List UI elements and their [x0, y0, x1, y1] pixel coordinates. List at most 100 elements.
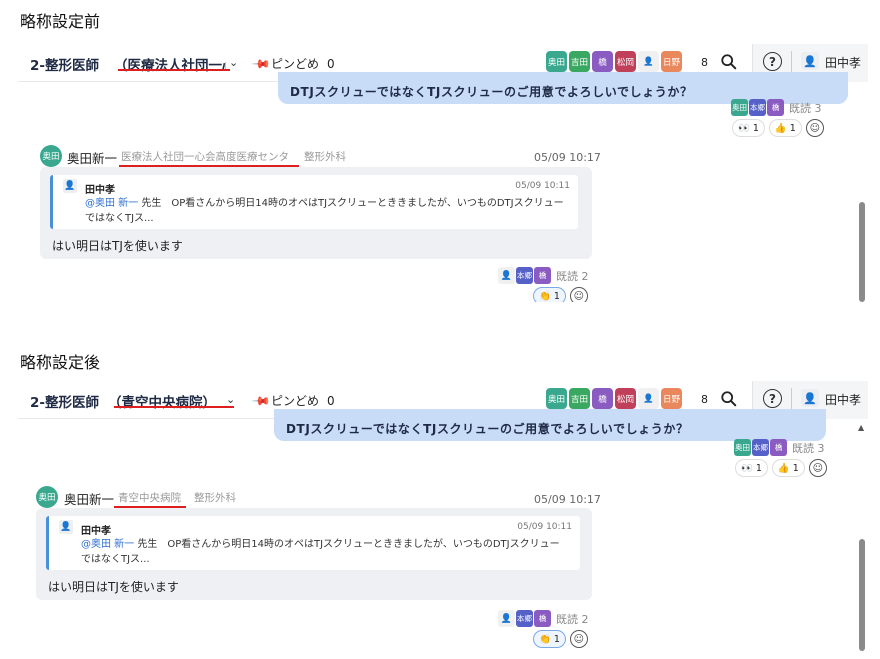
quote-sender: 田中孝 [85, 185, 115, 196]
chat-panel-after: 2-整形医師 （青空中央病院） ⌄ 📌ピンどめ 0 奥田 吉田橋松岡 👤 日野 8 ? … [18, 381, 868, 651]
scrollbar[interactable] [856, 82, 868, 302]
reader-avatar: 橋 [534, 610, 551, 627]
pin-count: 0 [326, 57, 335, 71]
room-org-name[interactable]: （青空中央病院） [108, 391, 232, 411]
quote-text: @奥田 新一 先生 OP看さんから明日14時のオペはTJスクリューとききましたが… [81, 537, 561, 567]
quote-avatar: 👤 [59, 520, 73, 534]
member-badge[interactable]: 奥田 [546, 388, 567, 409]
member-badge[interactable]: 吉田 [569, 51, 590, 72]
read-receipts[interactable]: 奥田 本郷橋既読 3 [731, 99, 822, 116]
help-icon[interactable]: ? [763, 52, 782, 71]
member-badge[interactable]: 日野 [661, 51, 682, 72]
sender-avatar[interactable]: 奥田 [36, 486, 58, 508]
quote-timestamp: 05/09 10:11 [517, 522, 572, 532]
member-badge[interactable]: 吉田 [569, 388, 590, 409]
scrollbar-thumb[interactable] [859, 202, 865, 302]
reader-avatar: 👤 [498, 610, 515, 627]
sender-name[interactable]: 奥田新一 [64, 489, 114, 508]
user-avatar[interactable]: 👤 [801, 389, 819, 407]
reaction-chip[interactable]: 👍 1 [771, 459, 805, 477]
member-badge[interactable]: 👤 [638, 388, 659, 409]
member-badge[interactable]: 日野 [661, 388, 682, 409]
reaction-count: 1 [553, 290, 560, 302]
quoted-message[interactable]: 👤 田中孝 05/09 10:11 @奥田 新一 先生 OP看さんから明日14時… [50, 175, 578, 229]
add-reaction-icon[interactable]: ☺ [808, 459, 827, 477]
reader-avatar: 本郷 [752, 439, 769, 456]
chevron-down-icon[interactable]: ⌄ [226, 393, 235, 406]
quote-body: 先生 OP看さんから明日14時のオペはTJスクリューとききましたが、いつものDT… [81, 539, 560, 565]
reactions: 👀 1 👍 1 ☺ [735, 459, 827, 477]
add-reaction-icon[interactable]: ☺ [569, 630, 588, 648]
sender-dept: 整形外科 [304, 151, 346, 163]
read-receipts[interactable]: 👤 本郷橋既読 2 [498, 267, 589, 284]
my-message-bubble[interactable]: DTJスクリューではなくTJスクリューのご用意でよろしいでしょうか？ [274, 409, 826, 441]
pin-button[interactable]: 📌ピンどめ 0 [251, 391, 335, 411]
user-avatar[interactable]: 👤 [801, 52, 819, 70]
scroll-up-arrow-icon[interactable]: ▲ [858, 423, 864, 432]
message-timestamp: 05/09 10:17 [534, 151, 601, 164]
member-badge[interactable]: 橋 [592, 51, 613, 72]
pin-icon: 📌 [251, 53, 272, 75]
scrollbar-thumb[interactable] [859, 539, 865, 651]
sender-org: 医療法人社団一心会高度医療センタ [121, 151, 289, 163]
scrollbar[interactable]: ▲ [856, 419, 868, 651]
highlight-underline [114, 406, 234, 408]
help-icon[interactable]: ? [763, 389, 782, 408]
reaction-chip[interactable]: 👏 1 [533, 630, 566, 648]
divider [791, 388, 792, 410]
message-bubble[interactable]: 👤 田中孝 05/09 10:11 @奥田 新一 先生 OP看さんから明日14時… [36, 508, 592, 600]
reaction-emoji: 👍 [777, 462, 790, 474]
reader-avatar: 奥田 [731, 99, 748, 116]
reader-avatar: 橋 [770, 439, 787, 456]
reaction-chip[interactable]: 👏 1 [533, 287, 566, 302]
mention[interactable]: @奥田 新一 [81, 539, 134, 550]
sender-avatar[interactable]: 奥田 [40, 145, 62, 167]
reaction-emoji: 👍 [774, 122, 787, 134]
pin-button[interactable]: 📌ピンどめ 0 [251, 53, 335, 75]
reaction-chip[interactable]: 👀 1 [735, 459, 768, 477]
member-badge[interactable]: 👤 [638, 51, 659, 72]
quoted-message[interactable]: 👤 田中孝 05/09 10:11 @奥田 新一 先生 OP看さんから明日14時… [46, 516, 580, 570]
reaction-count: 1 [752, 122, 759, 134]
read-receipts[interactable]: 奥田 本郷橋既読 3 [734, 439, 825, 456]
member-avatars[interactable]: 奥田 吉田橋松岡 👤 日野 [546, 51, 682, 72]
read-count[interactable]: 既読 2 [556, 611, 589, 627]
pin-count: 0 [326, 394, 335, 408]
message-list: DTJスクリューではなくTJスクリューのご用意でよろしいでしょうか？ 奥田 本郷橋… [18, 409, 868, 651]
read-count[interactable]: 既読 3 [792, 440, 825, 456]
sender-name[interactable]: 奥田新一 [67, 148, 117, 167]
pin-label: ピンどめ [270, 394, 319, 408]
reaction-chip[interactable]: 👀 1 [732, 119, 765, 137]
sender-dept: 整形外科 [194, 492, 236, 504]
add-reaction-icon[interactable]: ☺ [805, 119, 824, 137]
add-reaction-icon[interactable]: ☺ [569, 287, 588, 302]
reaction-emoji: 👀 [741, 462, 753, 474]
message-bubble[interactable]: 👤 田中孝 05/09 10:11 @奥田 新一 先生 OP看さんから明日14時… [40, 167, 592, 259]
member-avatars[interactable]: 奥田 吉田橋松岡 👤 日野 [546, 388, 682, 409]
read-count[interactable]: 既読 3 [789, 100, 822, 116]
message-text: はい明日はTJを使います [48, 580, 179, 594]
member-badge[interactable]: 松岡 [615, 51, 636, 72]
reader-avatar: 橋 [767, 99, 784, 116]
member-badge[interactable]: 橋 [592, 388, 613, 409]
room-name[interactable]: 2-整形医師 [30, 54, 99, 74]
reader-avatar: 橋 [534, 267, 551, 284]
member-badge[interactable]: 松岡 [615, 388, 636, 409]
read-count[interactable]: 既読 2 [556, 268, 589, 284]
room-name[interactable]: 2-整形医師 [30, 391, 99, 411]
search-icon[interactable] [720, 390, 738, 408]
mention[interactable]: @奥田 新一 [85, 198, 138, 209]
room-org-name[interactable]: （医療法人社団一心 [114, 54, 226, 74]
reactions: 👏 1 ☺ [533, 287, 588, 302]
chevron-down-icon[interactable]: ⌄ [229, 56, 238, 69]
reaction-chip[interactable]: 👍 1 [768, 119, 802, 137]
highlight-underline [118, 69, 230, 71]
search-icon[interactable] [720, 53, 738, 71]
user-name[interactable]: 田中孝 [825, 54, 861, 71]
read-receipts[interactable]: 👤 本郷橋既読 2 [498, 610, 589, 627]
member-badge[interactable]: 奥田 [546, 51, 567, 72]
user-name[interactable]: 田中孝 [825, 391, 861, 408]
section-title-after: 略称設定後 [20, 353, 101, 372]
member-count: 8 [701, 393, 708, 406]
pin-label: ピンどめ [270, 57, 319, 71]
